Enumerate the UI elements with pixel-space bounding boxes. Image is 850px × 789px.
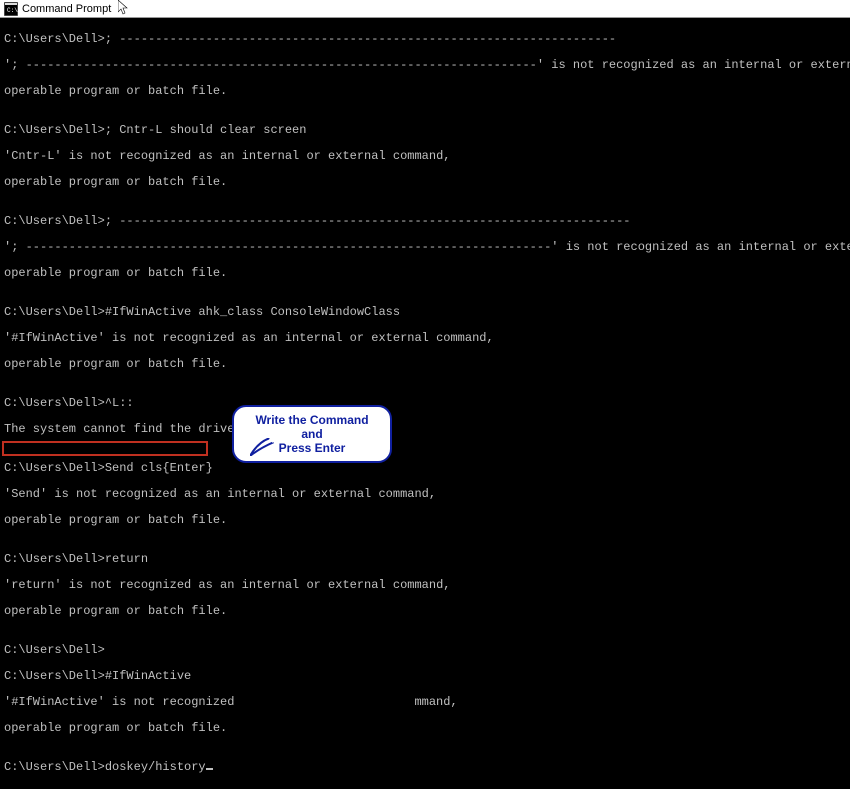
term-line: The system cannot find the drive specifi… [4, 423, 846, 436]
term-line: 'return' is not recognized as an interna… [4, 579, 846, 592]
term-line: 'Cntr-L' is not recognized as an interna… [4, 150, 846, 163]
term-line: C:\Users\Dell>return [4, 553, 846, 566]
term-line: operable program or batch file. [4, 267, 846, 280]
term-line: C:\Users\Dell>; Cntr-L should clear scre… [4, 124, 846, 137]
term-line: '; -------------------------------------… [4, 59, 846, 72]
term-line: C:\Users\Dell>^L:: [4, 397, 846, 410]
term-line: C:\Users\Dell>; ------------------------… [4, 33, 846, 46]
callout-tail-icon [250, 438, 274, 456]
term-current-line[interactable]: C:\Users\Dell>doskey/history [4, 761, 846, 774]
mouse-cursor-icon [118, 0, 130, 16]
window-title: Command Prompt [22, 3, 111, 15]
terminal-output[interactable]: C:\Users\Dell>; ------------------------… [0, 18, 850, 789]
term-line: 'Send' is not recognized as an internal … [4, 488, 846, 501]
term-line: operable program or batch file. [4, 605, 846, 618]
term-line: operable program or batch file. [4, 722, 846, 735]
term-line: C:\Users\Dell>#IfWinActive [4, 670, 846, 683]
term-line: operable program or batch file. [4, 358, 846, 371]
term-line: '#IfWinActive' is not recognized as an i… [4, 332, 846, 345]
term-line: operable program or batch file. [4, 514, 846, 527]
text-cursor [206, 768, 213, 770]
term-line: operable program or batch file. [4, 85, 846, 98]
term-line: C:\Users\Dell>Send cls{Enter} [4, 462, 846, 475]
cmd-icon: C:\ [4, 2, 18, 16]
svg-text:C:\: C:\ [7, 7, 18, 14]
term-line: '; -------------------------------------… [4, 241, 846, 254]
term-line: C:\Users\Dell>#IfWinActive ahk_class Con… [4, 306, 846, 319]
term-line: operable program or batch file. [4, 176, 846, 189]
term-line: '#IfWinActive' is not recognizedmmand, [4, 696, 846, 709]
term-line: C:\Users\Dell>; ------------------------… [4, 215, 846, 228]
term-line: C:\Users\Dell> [4, 644, 846, 657]
callout-text-1: Write the Command and [244, 413, 380, 441]
